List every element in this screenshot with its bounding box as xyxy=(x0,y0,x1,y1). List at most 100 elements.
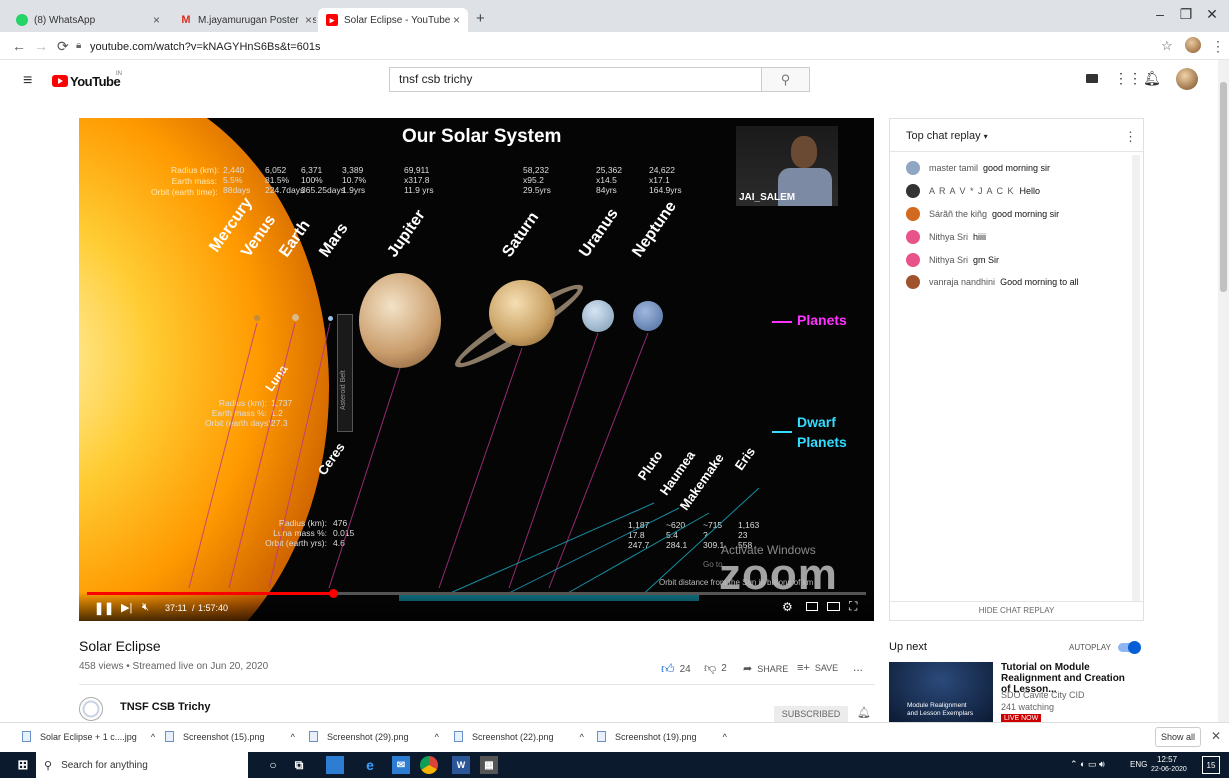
up-next-label: Up next xyxy=(889,641,927,653)
clock-date[interactable]: 22-06-2020 xyxy=(1151,766,1187,773)
close-window-icon[interactable]: ✕ xyxy=(1202,6,1222,23)
dislike-button[interactable]: 👎︎ 2 xyxy=(704,661,727,676)
star-icon[interactable]: ☆ xyxy=(1161,38,1173,54)
download-item[interactable]: Screenshot (15).png ^ xyxy=(165,731,295,742)
create-video-icon[interactable] xyxy=(1086,74,1098,83)
task-view-icon[interactable]: ⧉ xyxy=(290,756,308,774)
avatar xyxy=(906,275,920,289)
settings-gear-icon[interactable]: ⚙ xyxy=(782,600,793,614)
chat-message: vanraja nandhini Good morning to all xyxy=(906,275,1079,289)
youtube-logo-text[interactable]: YouTube xyxy=(70,74,121,89)
hamburger-menu-icon[interactable]: ≡ xyxy=(23,72,32,90)
clock-time[interactable]: 12:57 xyxy=(1157,755,1177,764)
file-icon xyxy=(165,731,174,742)
chat-header[interactable]: Top chat replay ▾ xyxy=(906,130,988,142)
avatar xyxy=(906,207,920,221)
youtube-logo-icon[interactable] xyxy=(52,75,68,87)
download-item[interactable]: Screenshot (19).png ^ xyxy=(597,731,727,742)
cortana-icon[interactable]: ○ xyxy=(264,756,282,774)
save-button[interactable]: ≡+ SAVE xyxy=(797,662,838,674)
thumbnail-text-1: Module Realignment xyxy=(907,702,967,709)
chat-message: Nithya Sri hiiii xyxy=(906,230,986,244)
chat-scrollbar[interactable] xyxy=(1132,155,1140,601)
download-item[interactable]: Screenshot (22).png ^ xyxy=(454,731,584,742)
account-avatar[interactable] xyxy=(1176,68,1198,90)
windows-start-icon[interactable]: ⊞ xyxy=(14,756,32,774)
more-actions-button[interactable]: ... xyxy=(853,660,863,674)
like-button[interactable]: 👍︎ 24 xyxy=(661,661,691,677)
show-all-button[interactable]: Show all xyxy=(1155,727,1201,747)
restore-icon[interactable]: ❐ xyxy=(1176,6,1196,23)
close-icon[interactable]: × xyxy=(453,13,460,27)
chevron-up-icon[interactable]: ^ xyxy=(580,732,584,742)
scrollbar-thumb[interactable] xyxy=(1220,82,1227,292)
reload-icon[interactable]: ⟳ xyxy=(57,38,69,55)
chat-menu-icon[interactable]: ⋮ xyxy=(1124,129,1137,145)
playlist-add-icon: ≡+ xyxy=(797,662,810,674)
new-tab-button[interactable]: + xyxy=(476,10,485,27)
theater-mode-icon[interactable] xyxy=(827,602,840,611)
minimize-icon[interactable]: – xyxy=(1150,6,1170,22)
hide-chat-button[interactable]: HIDE CHAT REPLAY xyxy=(890,606,1143,615)
chevron-down-icon: ▾ xyxy=(983,132,988,141)
search-button[interactable]: ⚲ xyxy=(762,67,810,92)
miniplayer-icon[interactable] xyxy=(806,602,818,611)
mute-icon[interactable]: 🔇︎ xyxy=(142,601,149,614)
tab-whatsapp[interactable]: (8) WhatsApp × xyxy=(8,8,168,32)
chevron-up-icon[interactable]: ^ xyxy=(151,732,155,742)
edge-icon[interactable]: e xyxy=(361,756,379,774)
autoplay-toggle[interactable] xyxy=(1118,641,1141,654)
download-item[interactable]: Solar Eclipse + 1 c....jpg ^ xyxy=(22,731,155,742)
language-indicator[interactable]: ENG xyxy=(1130,760,1147,769)
seek-bar-fill xyxy=(87,592,334,595)
forward-icon[interactable]: → xyxy=(34,38,48,54)
notification-center-icon[interactable]: 15 xyxy=(1202,756,1220,774)
chevron-up-icon[interactable]: ^ xyxy=(291,732,295,742)
thumbs-down-icon: 👎︎ xyxy=(704,661,717,675)
pause-icon[interactable]: ❚❚ xyxy=(94,601,114,615)
close-downloads-icon[interactable]: ✕ xyxy=(1211,729,1221,743)
seek-bar[interactable] xyxy=(87,589,866,598)
share-button[interactable]: ➦ SHARE xyxy=(743,662,788,675)
download-item[interactable]: Screenshot (29).png ^ xyxy=(309,731,439,742)
url-field[interactable]: youtube.com/watch?v=kNAGYHnS6Bs&t=601s xyxy=(90,41,321,53)
fullscreen-icon[interactable]: ⛶ xyxy=(849,599,857,614)
back-icon[interactable]: ← xyxy=(12,38,26,54)
mail-icon[interactable]: ✉ xyxy=(392,756,410,774)
bell-icon[interactable]: 🔔︎ xyxy=(857,706,871,719)
page-scrollbar[interactable] xyxy=(1218,60,1229,722)
seek-handle[interactable] xyxy=(329,589,339,598)
subscribe-button[interactable]: SUBSCRIBED xyxy=(774,706,848,722)
chat-message: A R A V * J A C K Hello xyxy=(906,184,1040,198)
search-icon: ⚲ xyxy=(780,71,791,87)
upnext-channel: SDO Cavite City CID xyxy=(1001,690,1085,700)
channel-avatar[interactable] xyxy=(79,697,103,721)
tab-youtube[interactable]: ▸ Solar Eclipse - YouTube × xyxy=(318,8,468,32)
chevron-up-icon[interactable]: ^ xyxy=(723,732,727,742)
channel-name[interactable]: TNSF CSB Trichy xyxy=(120,701,210,713)
search-input[interactable]: tnsf csb trichy xyxy=(389,67,762,92)
close-icon[interactable]: × xyxy=(300,13,312,27)
desktop-app-icon[interactable] xyxy=(326,756,344,774)
next-icon[interactable]: ▶| xyxy=(121,601,132,614)
video-player[interactable]: Our Solar System Radius (km): Earth mass… xyxy=(79,118,874,621)
profile-avatar[interactable] xyxy=(1185,37,1201,53)
word-icon[interactable]: W xyxy=(452,756,470,774)
player-controls: ❚❚ ▶| 🔇︎ 37:11 / 1:57:40 ⚙ ⛶ xyxy=(79,589,874,621)
tray-icons[interactable]: ⌃ ◐ ▭ 🔊︎ xyxy=(1070,759,1105,770)
windows-taskbar: ⊞ ⚲ Search for anything ○ ⧉ e ✉ W ▦ ⌃ ◐ ▭… xyxy=(0,752,1229,778)
file-icon xyxy=(454,731,463,742)
chevron-up-icon[interactable]: ^ xyxy=(435,732,439,742)
youtube-icon: ▸ xyxy=(326,14,338,26)
gmail-icon: M xyxy=(181,14,191,26)
avatar xyxy=(906,230,920,244)
close-icon[interactable]: × xyxy=(153,13,160,27)
calculator-icon[interactable]: ▦ xyxy=(480,756,498,774)
chrome-icon[interactable] xyxy=(420,756,438,774)
file-icon xyxy=(597,731,606,742)
upnext-thumbnail[interactable]: Module Realignment and Lesson Exemplars xyxy=(889,662,993,722)
notifications-bell-icon[interactable]: 🔔︎ xyxy=(1143,70,1161,87)
taskbar-search[interactable]: ⚲ Search for anything xyxy=(36,752,248,778)
tab-gmail[interactable]: M M.jayamurugan Poster designs × xyxy=(172,8,316,32)
menu-dots-icon[interactable]: ⋮ xyxy=(1211,38,1225,55)
